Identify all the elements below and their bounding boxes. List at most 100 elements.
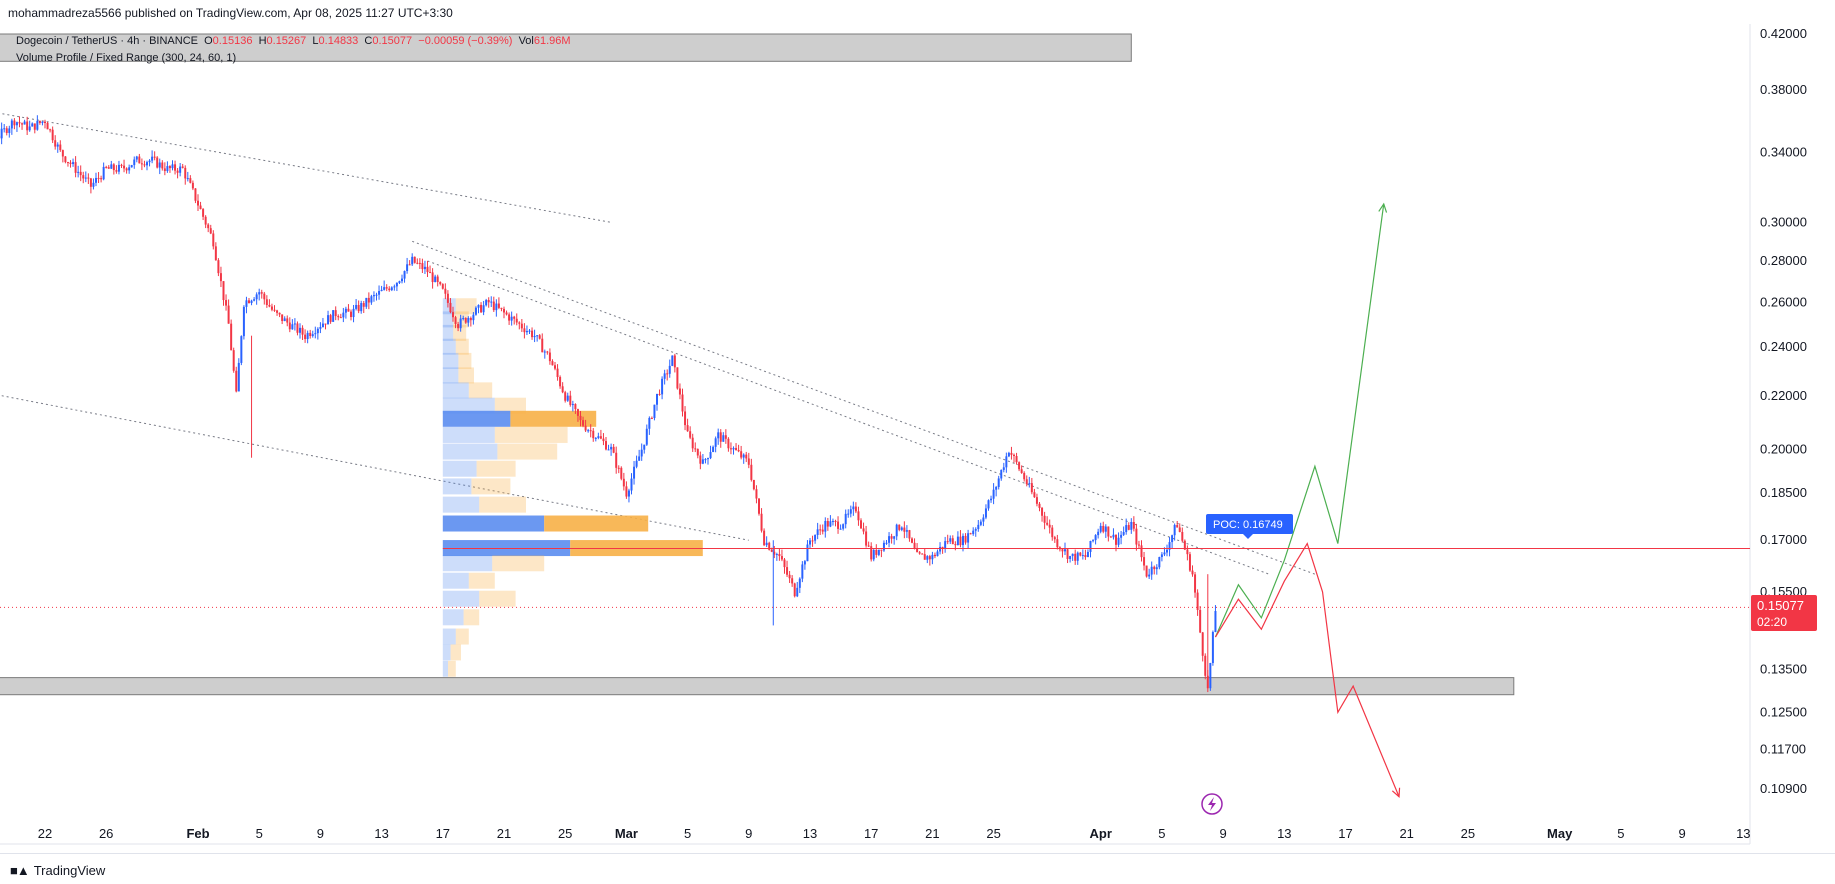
candle-body: [70, 163, 72, 164]
candle-body: [1138, 545, 1140, 546]
candle-body: [434, 277, 436, 282]
candle-body: [59, 145, 61, 151]
candle-body: [1186, 550, 1188, 555]
candle-body: [113, 164, 115, 170]
candle-body: [439, 282, 441, 284]
candle-body: [1056, 539, 1058, 547]
candle-body: [1171, 535, 1173, 542]
candle-body: [228, 306, 230, 324]
candle-body: [643, 445, 645, 450]
candle-body: [503, 309, 505, 313]
candle-body: [1023, 473, 1025, 479]
symbol-legend[interactable]: Dogecoin / TetherUS · 4h · BINANCE O0.15…: [16, 35, 571, 47]
candle-body: [1079, 553, 1081, 556]
candle-body: [972, 531, 974, 534]
vp-down-bar: [458, 353, 471, 369]
candle-body: [332, 310, 334, 322]
candle-body: [248, 300, 250, 303]
candle-body: [934, 555, 936, 556]
candle-body: [722, 435, 724, 442]
vp-up-bar: [443, 367, 459, 383]
candle-body: [317, 329, 319, 333]
vp-up-bar: [443, 427, 495, 443]
candle-body: [794, 583, 796, 596]
time-tick-label: 5: [1617, 826, 1624, 841]
footer: ■▲ TradingView: [0, 853, 1835, 884]
candle-body: [370, 296, 372, 302]
candle-body: [985, 508, 987, 517]
candle-body: [98, 178, 100, 179]
price-tick-label: 0.11700: [1760, 741, 1806, 756]
indicator-legend[interactable]: Volume Profile / Fixed Range (300, 24, 6…: [16, 52, 236, 64]
candle-body: [1046, 523, 1048, 525]
tradingview-logo[interactable]: ■▲ TradingView: [10, 863, 105, 878]
price-tick-label: 0.42000: [1760, 26, 1807, 41]
candle-body: [419, 263, 421, 264]
candle-body: [962, 536, 964, 545]
candle-body: [898, 525, 900, 530]
price-tick-label: 0.10900: [1760, 781, 1807, 796]
candle-body: [526, 331, 528, 332]
candle-body: [1044, 516, 1046, 523]
candle-body: [245, 300, 247, 307]
publisher-line: mohammadreza5566 published on TradingVie…: [8, 6, 453, 20]
candle-body: [493, 302, 495, 311]
candle-body: [376, 295, 378, 296]
candle-body: [383, 287, 385, 290]
candle-body: [852, 507, 854, 510]
time-tick-label: 9: [1219, 826, 1226, 841]
candle-body: [988, 500, 990, 508]
candle-body: [1125, 525, 1127, 532]
vp-down-bar: [456, 339, 469, 355]
candle-body: [562, 386, 564, 392]
candle-body: [743, 455, 745, 458]
candle-body: [1077, 553, 1079, 561]
candle-body: [523, 328, 525, 332]
price-chart[interactable]: 0.420000.380000.340000.300000.280000.260…: [0, 24, 1835, 853]
candle-body: [325, 324, 327, 325]
candle-body: [1112, 535, 1114, 538]
candle-body: [574, 404, 576, 409]
candle-body: [1039, 504, 1041, 508]
candle-body: [592, 431, 594, 438]
candle-body: [857, 511, 859, 520]
candle-body: [1209, 663, 1211, 688]
time-tick-label: 25: [1461, 826, 1475, 841]
bearish-projection-path: [1215, 544, 1399, 797]
candle-body: [610, 447, 612, 450]
candle-body: [893, 536, 895, 538]
candle-body: [1016, 456, 1018, 462]
candle-body: [886, 543, 888, 544]
candle-body: [965, 536, 967, 543]
candle-body: [656, 394, 658, 405]
candle-body: [409, 264, 411, 265]
candle-body: [314, 333, 316, 334]
vp-down-bar: [464, 609, 480, 625]
candle-body: [449, 303, 451, 312]
candle-body: [141, 163, 143, 164]
candle-body: [740, 451, 742, 457]
candle-body: [1110, 537, 1112, 538]
symbol-name[interactable]: Dogecoin / TetherUS · 4h · BINANCE: [16, 35, 198, 47]
indicator-name[interactable]: Volume Profile / Fixed Range (300, 24, 6…: [16, 52, 236, 64]
candle-body: [177, 171, 179, 173]
candle-body: [368, 298, 370, 303]
candle-body: [750, 465, 752, 480]
vp-up-bar: [443, 591, 479, 607]
candle-body: [850, 509, 852, 513]
candle-body: [715, 438, 717, 447]
candle-body: [342, 313, 344, 318]
candle-body: [720, 432, 722, 441]
candle-body: [256, 294, 258, 299]
candle-body: [128, 167, 130, 170]
candle-body: [755, 489, 757, 498]
candle-body: [337, 316, 339, 317]
candle-body: [511, 317, 513, 321]
candle-body: [937, 551, 939, 556]
candle-body: [424, 267, 426, 269]
candle-body: [801, 564, 803, 578]
candle-body: [1003, 467, 1005, 470]
candle-body: [1021, 469, 1023, 473]
candle-body: [187, 178, 189, 179]
candle-body: [557, 369, 559, 377]
